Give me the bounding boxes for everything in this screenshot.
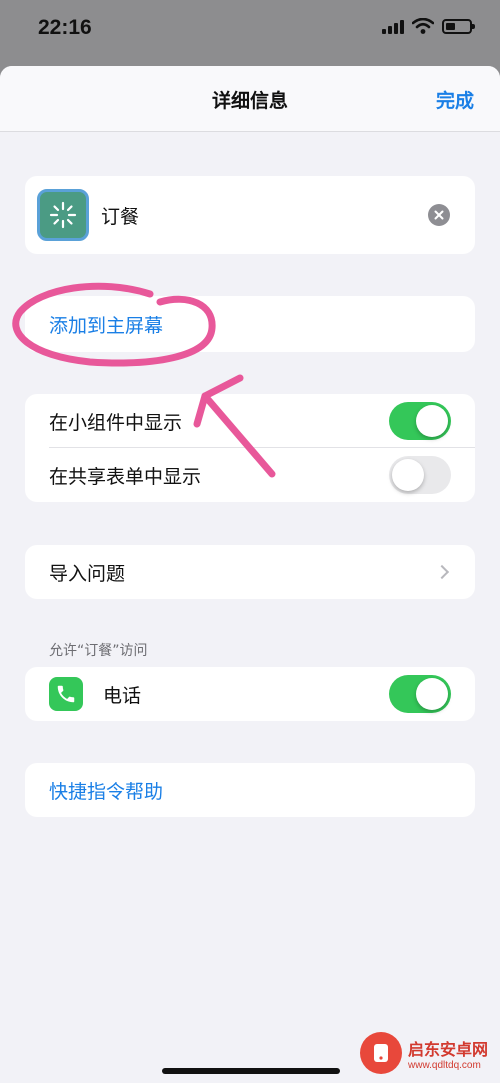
help-card: 快捷指令帮助 — [25, 763, 475, 817]
toggle-label-share-sheet: 在共享表单中显示 — [49, 465, 202, 488]
access-section-header: 允许“订餐”访问 — [49, 643, 148, 659]
add-to-home-label: 添加到主屏幕 — [49, 314, 164, 337]
phone-access-toggle[interactable] — [389, 675, 451, 713]
shortcuts-help-button[interactable]: 快捷指令帮助 — [25, 763, 475, 817]
shortcut-name-row[interactable]: 订餐 — [25, 176, 475, 254]
cellular-signal-icon — [382, 18, 404, 34]
display-options-card: 在小组件中显示 在共享表单中显示 — [25, 394, 475, 502]
wifi-icon — [412, 18, 434, 34]
import-questions-label: 导入问题 — [49, 562, 126, 585]
navigation-bar: 详细信息 完成 — [0, 66, 500, 132]
watermark-title: 启东安卓网 — [408, 1039, 489, 1059]
access-card: 电话 — [25, 667, 475, 721]
add-to-home-button[interactable]: 添加到主屏幕 — [25, 296, 475, 352]
add-to-home-card: 添加到主屏幕 — [25, 296, 475, 352]
toggle-label-widget: 在小组件中显示 — [49, 411, 183, 434]
share-sheet-toggle[interactable] — [389, 456, 451, 494]
battery-icon — [442, 18, 475, 34]
done-button[interactable]: 完成 — [436, 86, 474, 113]
sparkle-icon[interactable] — [37, 189, 89, 241]
status-bar: 22:16 — [0, 0, 500, 62]
status-icons — [382, 18, 475, 34]
details-sheet: 详细信息 完成 订餐 添加到主屏幕 在小组件中显示 在共享表单中显示 导入问题 … — [0, 66, 500, 1083]
watermark-logo-icon — [360, 1032, 402, 1074]
shortcut-name-field[interactable]: 订餐 — [101, 202, 139, 229]
page-title: 详细信息 — [211, 90, 288, 112]
widget-toggle[interactable] — [389, 402, 451, 440]
watermark: 启东安卓网 www.qdltdq.com — [360, 1026, 492, 1080]
toggle-row-widget: 在小组件中显示 — [25, 394, 475, 448]
toggle-row-share-sheet: 在共享表单中显示 — [25, 448, 475, 502]
access-row-phone: 电话 — [25, 667, 475, 721]
home-indicator — [162, 1068, 340, 1074]
import-questions-row[interactable]: 导入问题 — [25, 545, 475, 599]
phone-icon — [49, 677, 83, 711]
shortcuts-help-label: 快捷指令帮助 — [49, 780, 164, 803]
import-questions-card: 导入问题 — [25, 545, 475, 599]
watermark-url: www.qdltdq.com — [408, 1059, 481, 1071]
access-label-phone: 电话 — [103, 684, 142, 707]
chevron-right-icon — [434, 564, 450, 580]
status-time: 22:16 — [38, 16, 92, 39]
shortcut-name-card: 订餐 — [25, 176, 475, 254]
clear-icon[interactable] — [428, 204, 450, 226]
